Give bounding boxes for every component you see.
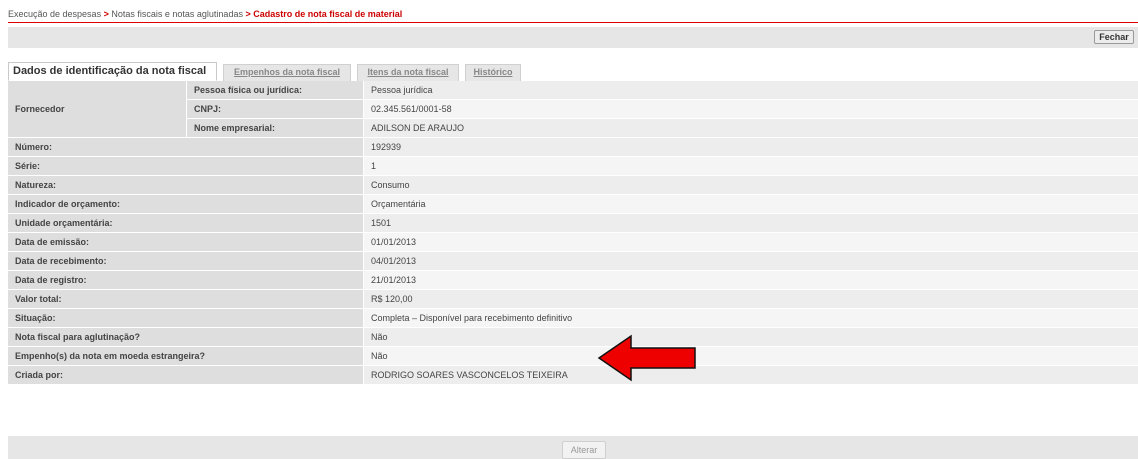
field-label: Data de emissão:	[8, 233, 363, 251]
field-label: Nota fiscal para aglutinação?	[8, 328, 363, 346]
arrow-left-shape	[597, 334, 696, 382]
field-value: Não	[363, 347, 1138, 365]
field-label: Série:	[8, 157, 363, 175]
close-button[interactable]: Fechar	[1094, 30, 1134, 44]
cnpj-value: 02.345.561/0001-58	[363, 100, 1138, 118]
table-row: Valor total: R$ 120,00	[8, 290, 1138, 309]
field-value: Consumo	[363, 176, 1138, 194]
arrow-left-icon	[597, 334, 696, 382]
invoice-details-table: Fornecedor Pessoa física ou jurídica: Pe…	[8, 81, 1138, 385]
breadcrumb-item-notas[interactable]: Notas fiscais e notas aglutinadas	[111, 9, 243, 19]
breadcrumb-separator: >	[245, 9, 251, 19]
edit-button[interactable]: Alterar	[562, 441, 606, 459]
field-label: Unidade orçamentária:	[8, 214, 363, 232]
tab-history[interactable]: Histórico	[465, 64, 521, 81]
field-value: Orçamentária	[363, 195, 1138, 213]
table-row: Indicador de orçamento: Orçamentária	[8, 195, 1138, 214]
field-label: Data de recebimento:	[8, 252, 363, 270]
field-value: 04/01/2013	[363, 252, 1138, 270]
table-row: Empenho(s) da nota em moeda estrangeira?…	[8, 347, 1138, 366]
breadcrumb-item-execucao[interactable]: Execução de despesas	[8, 9, 101, 19]
field-label: Natureza:	[8, 176, 363, 194]
table-row: Data de recebimento: 04/01/2013	[8, 252, 1138, 271]
field-label: Indicador de orçamento:	[8, 195, 363, 213]
field-label: Empenho(s) da nota em moeda estrangeira?	[8, 347, 363, 365]
table-row: Situação: Completa – Disponível para rec…	[8, 309, 1138, 328]
person-type-value: Pessoa jurídica	[363, 81, 1138, 99]
table-row: Série: 1	[8, 157, 1138, 176]
table-row: Unidade orçamentária: 1501	[8, 214, 1138, 233]
field-value: 1	[363, 157, 1138, 175]
table-row: Data de emissão: 01/01/2013	[8, 233, 1138, 252]
field-label: Criada por:	[8, 366, 363, 384]
field-value: 21/01/2013	[363, 271, 1138, 289]
field-value: Não	[363, 328, 1138, 346]
field-label: Situação:	[8, 309, 363, 327]
table-row: Número: 192939	[8, 138, 1138, 157]
field-label: Valor total:	[8, 290, 363, 308]
breadcrumb-current: Cadastro de nota fiscal de material	[253, 9, 403, 19]
breadcrumb-separator: >	[103, 9, 109, 19]
table-row: Pessoa física ou jurídica: Pessoa jurídi…	[186, 81, 1138, 100]
table-row: Data de registro: 21/01/2013	[8, 271, 1138, 290]
toolbar: Fechar	[8, 27, 1138, 48]
person-type-label: Pessoa física ou jurídica:	[186, 81, 363, 99]
field-value: 192939	[363, 138, 1138, 156]
field-value: 01/01/2013	[363, 233, 1138, 251]
table-row: Natureza: Consumo	[8, 176, 1138, 195]
supplier-label: Fornecedor	[8, 81, 186, 138]
company-name-value: ADILSON DE ARAUJO	[363, 119, 1138, 137]
tab-commitments[interactable]: Empenhos da nota fiscal	[223, 64, 351, 81]
table-row: Nota fiscal para aglutinação? Não	[8, 328, 1138, 347]
field-value: 1501	[363, 214, 1138, 232]
table-row: Criada por: RODRIGO SOARES VASCONCELOS T…	[8, 366, 1138, 385]
field-value: R$ 120,00	[363, 290, 1138, 308]
footer-bar: Alterar	[8, 436, 1138, 459]
supplier-group: Fornecedor Pessoa física ou jurídica: Pe…	[8, 81, 1138, 138]
header-divider	[8, 22, 1138, 23]
tab-items[interactable]: Itens da nota fiscal	[357, 64, 459, 81]
status-value: Completa – Disponível para recebimento d…	[363, 309, 1138, 327]
field-label: Data de registro:	[8, 271, 363, 289]
field-label: Número:	[8, 138, 363, 156]
table-row: Nome empresarial: ADILSON DE ARAUJO	[186, 119, 1138, 138]
cnpj-label: CNPJ:	[186, 100, 363, 118]
company-name-label: Nome empresarial:	[186, 119, 363, 137]
table-row: CNPJ: 02.345.561/0001-58	[186, 100, 1138, 119]
breadcrumb: Execução de despesas > Notas fiscais e n…	[8, 9, 402, 19]
tab-bar: Dados de identificação da nota fiscal Em…	[8, 62, 608, 81]
field-value: RODRIGO SOARES VASCONCELOS TEIXEIRA	[363, 366, 1138, 384]
tab-identification[interactable]: Dados de identificação da nota fiscal	[8, 62, 217, 81]
